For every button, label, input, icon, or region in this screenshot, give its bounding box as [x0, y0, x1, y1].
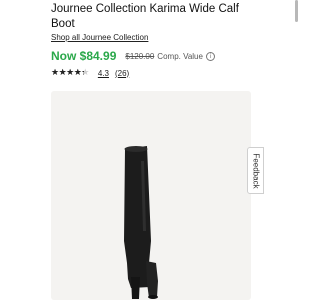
current-price: Now $84.99 — [51, 49, 117, 63]
boot-image — [124, 146, 158, 299]
review-count[interactable]: (26) — [115, 69, 129, 78]
original-price: $120.00 — [125, 51, 155, 61]
price-row: Now $84.99 $120.00 Comp. Value i — [51, 47, 215, 65]
shop-all-brand-link[interactable]: Shop all Journee Collection — [51, 33, 148, 42]
boot-illustration — [124, 146, 158, 299]
product-image[interactable] — [51, 91, 251, 300]
star-rating: ★★★★★ ★★★★★ — [51, 68, 89, 78]
rating-value[interactable]: 4.3 — [98, 69, 109, 78]
feedback-label: Feedback — [251, 152, 260, 189]
star-rating-filled: ★★★★★ — [51, 68, 84, 78]
feedback-tab[interactable]: Feedback — [247, 147, 264, 194]
scrollbar[interactable] — [295, 0, 298, 22]
info-icon[interactable]: i — [205, 51, 215, 61]
rating-row: ★★★★★ ★★★★★ 4.3 (26) — [51, 66, 129, 80]
product-title: Journee Collection Karima Wide Calf Boot — [51, 3, 239, 30]
comp-value-label: Comp. Value — [157, 51, 203, 61]
